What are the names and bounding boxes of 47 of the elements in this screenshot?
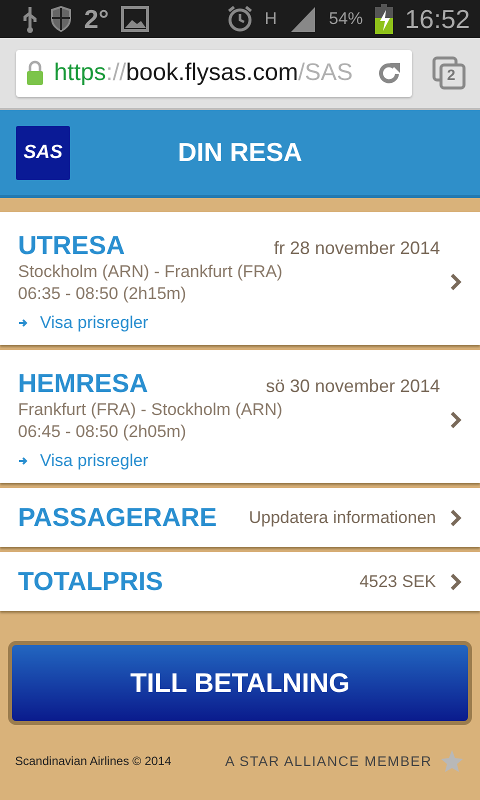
tabs-button[interactable]: 2: [432, 56, 466, 90]
trip-label: HEMRESA: [18, 368, 148, 399]
trip-card[interactable]: HEMRESA sö 30 november 2014 Frankfurt (FRA) - Stockholm (ARN) 06:45 - 08:50 (2h05m) Visa prisregler: [0, 350, 480, 483]
image-icon: [120, 6, 149, 32]
trip-date: fr 28 november 2014: [274, 238, 440, 259]
usb-icon: [22, 5, 38, 33]
address-bar[interactable]: https://book.flysas.com/SAS: [16, 50, 412, 96]
copyright-text: Scandinavian Airlines © 2014: [15, 754, 172, 768]
summary-value: Uppdatera informationen: [248, 508, 436, 528]
fare-rules-link[interactable]: Visa prisregler: [40, 451, 148, 471]
time-text: 06:45 - 08:50 (2h05m): [18, 421, 188, 443]
trip-date: sö 30 november 2014: [266, 376, 440, 397]
summary-label: TOTALPRIS: [18, 566, 163, 597]
star-icon: [440, 749, 464, 773]
chevron-right-icon: [450, 272, 462, 290]
battery-charging-icon: [374, 4, 393, 34]
summary-value: 4523 SEK: [359, 572, 436, 592]
clock-text: 16:52: [404, 4, 470, 34]
arrow-right-icon: [18, 318, 28, 328]
chevron-right-icon: [450, 410, 462, 428]
trip-card[interactable]: UTRESA fr 28 november 2014 Stockholm (ARN) - Frankfurt (FRA) 06:35 - 08:50 (2h15m) Visa prisregler: [0, 212, 480, 345]
battery-percent-text: 54%: [328, 9, 363, 29]
summary-label: PASSAGERARE: [18, 502, 217, 533]
tab-count-text: 2: [447, 67, 456, 84]
chevron-right-icon: [450, 508, 462, 526]
trip-label: UTRESA: [18, 230, 125, 261]
tabs-icon: [432, 56, 466, 90]
route-text: Frankfurt (FRA) - Stockholm (ARN): [18, 399, 284, 421]
network-type-text: H: [264, 9, 277, 29]
summary-row[interactable]: PASSAGERARE Uppdatera informationen: [0, 488, 480, 547]
url-text: https://book.flysas.com/SAS: [54, 59, 354, 87]
reload-icon[interactable]: [376, 60, 402, 86]
temperature-text: 2°: [84, 4, 109, 34]
route-text: Stockholm (ARN) - Frankfurt (FRA): [18, 261, 284, 283]
fare-rules-link[interactable]: Visa prisregler: [40, 313, 148, 333]
lock-icon: [26, 60, 44, 86]
arrow-right-icon: [18, 456, 28, 466]
time-text: 06:35 - 08:50 (2h15m): [18, 283, 188, 305]
chevron-right-icon: [450, 572, 462, 590]
page-title: DIN RESA: [176, 137, 304, 168]
payment-button[interactable]: TILL BETALNING: [8, 641, 472, 725]
shield-icon: [50, 6, 72, 32]
logo: SAS: [16, 126, 70, 180]
alliance-text: A STAR ALLIANCE MEMBER: [225, 753, 432, 769]
summary-row[interactable]: TOTALPRIS 4523 SEK: [0, 552, 480, 611]
signal-icon: [288, 5, 317, 33]
alarm-clock-icon: [226, 5, 253, 33]
